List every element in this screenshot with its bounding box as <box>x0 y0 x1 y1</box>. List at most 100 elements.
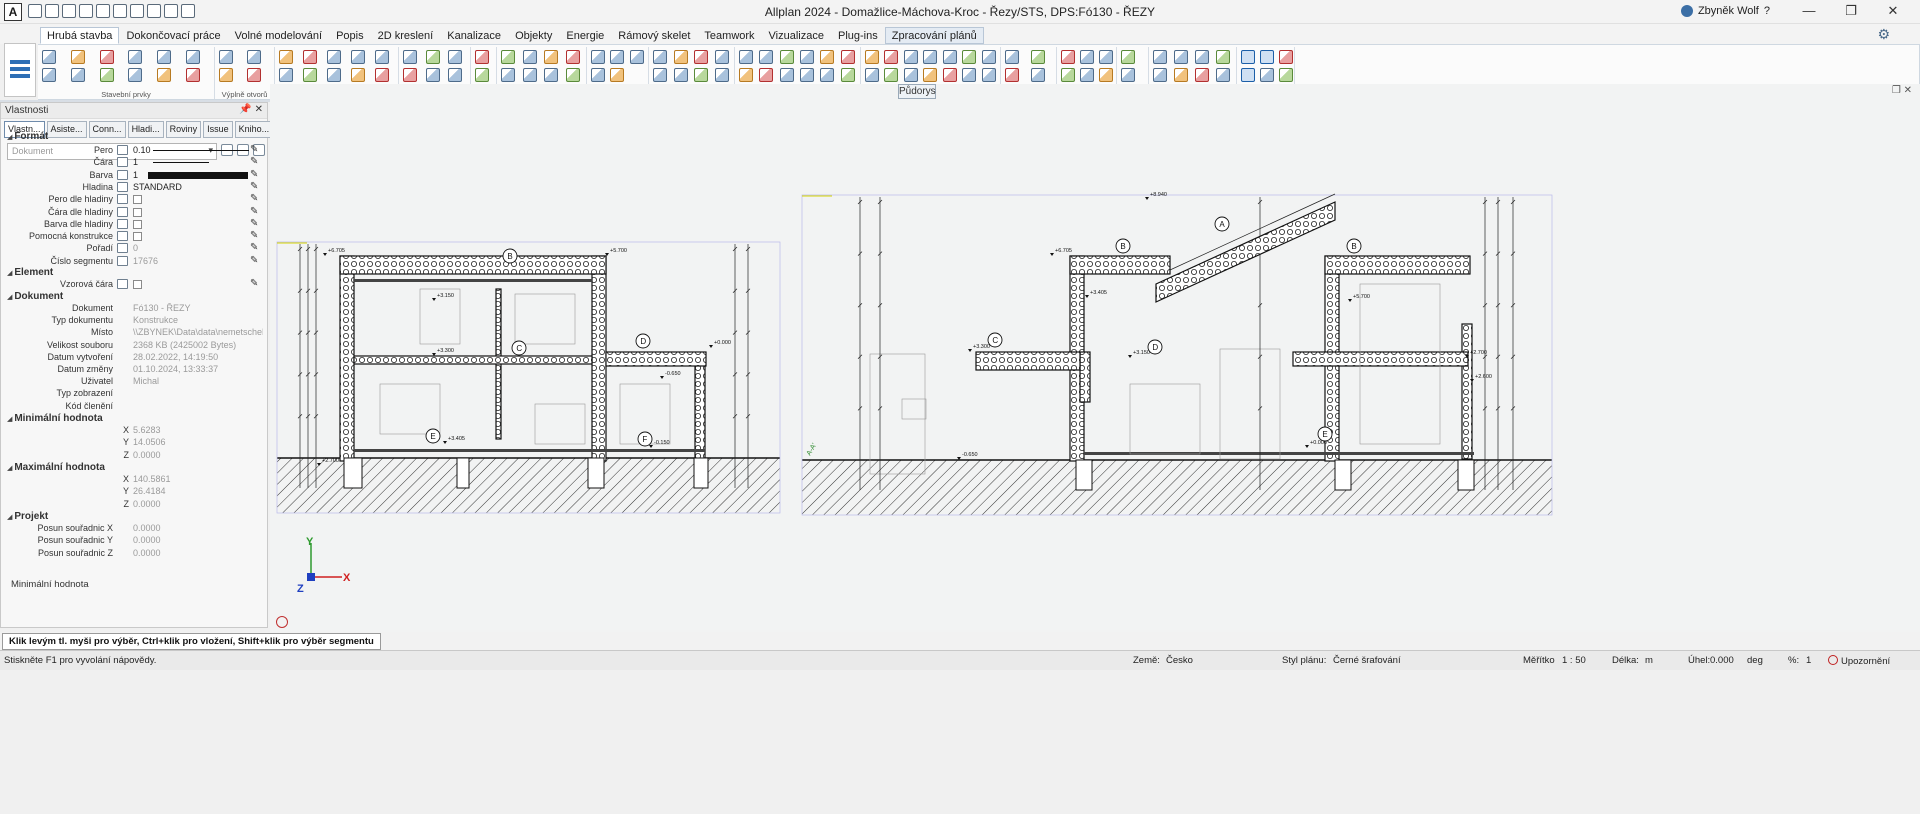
panel-tab-6[interactable]: Kniho... <box>234 121 274 138</box>
pick-property-icon[interactable]: ✎ <box>250 193 260 204</box>
tool-icon[interactable] <box>653 50 667 64</box>
tool-icon[interactable] <box>884 50 899 64</box>
tool-icon[interactable] <box>779 50 794 64</box>
angle-value[interactable]: 0.000 <box>1710 655 1734 666</box>
tool-icon[interactable] <box>99 50 114 64</box>
tool-icon[interactable] <box>425 68 440 82</box>
tool-icon[interactable] <box>820 50 835 64</box>
viewport-controls[interactable]: ❐ ✕ <box>1892 85 1912 96</box>
tool-icon[interactable] <box>544 68 558 82</box>
tool-icon[interactable] <box>779 68 794 82</box>
tool-icon[interactable] <box>714 68 729 82</box>
scale-value[interactable]: 1 : 50 <box>1562 655 1586 666</box>
tool-icon[interactable] <box>923 50 938 64</box>
tool-icon[interactable] <box>653 68 667 82</box>
tool-icon[interactable] <box>1174 50 1188 64</box>
panel-pin-close-buttons[interactable]: 📌 ✕ <box>239 104 263 115</box>
tool-icon[interactable] <box>962 50 977 64</box>
drawing-viewport[interactable]: +6.705 +5.700 +3.150 +3.300 +0.000 -0.650 +3.4… <box>270 84 1920 632</box>
max-value-label[interactable]: Maximální hodnota <box>7 462 105 473</box>
panel-tab-5[interactable]: Issue ... <box>203 121 233 149</box>
pick-property-icon[interactable]: ✎ <box>250 218 260 229</box>
tool-icon[interactable] <box>475 68 489 82</box>
tool-icon[interactable] <box>128 50 143 64</box>
tool-icon[interactable] <box>375 68 389 82</box>
tab-10[interactable]: Vizualizace <box>762 27 831 44</box>
pick-property-icon[interactable]: ✎ <box>250 181 260 192</box>
tool-icon[interactable] <box>1195 50 1209 64</box>
tool-icon[interactable] <box>351 50 365 64</box>
tool-icon[interactable] <box>1061 68 1075 82</box>
tool-icon[interactable] <box>1260 50 1274 64</box>
tool-icon[interactable] <box>591 68 605 82</box>
tool-icon[interactable] <box>327 68 341 82</box>
tab-9[interactable]: Teamwork <box>697 27 761 44</box>
property-value[interactable]: STANDARD <box>133 182 182 192</box>
tool-icon[interactable] <box>501 68 515 82</box>
tool-icon[interactable] <box>70 68 85 82</box>
tool-icon[interactable] <box>565 50 580 64</box>
tool-icon[interactable] <box>279 68 293 82</box>
tool-icon[interactable] <box>903 50 918 64</box>
tool-icon[interactable] <box>865 50 879 64</box>
tool-icon[interactable] <box>1099 50 1113 64</box>
checkbox[interactable] <box>133 195 142 205</box>
pick-property-icon[interactable]: ✎ <box>250 230 260 241</box>
length-value[interactable]: m <box>1645 655 1653 666</box>
checkbox[interactable] <box>133 232 142 242</box>
pick-property-icon[interactable]: ✎ <box>250 156 260 167</box>
tool-icon[interactable] <box>186 68 201 82</box>
tool-icon[interactable] <box>186 50 201 64</box>
tool-icon[interactable] <box>673 50 688 64</box>
tab-0[interactable]: Hrubá stavba <box>40 27 120 44</box>
tool-icon[interactable] <box>694 68 708 82</box>
tool-icon[interactable] <box>565 68 580 82</box>
tab-1[interactable]: Dokončovací práce <box>119 27 227 44</box>
tool-icon[interactable] <box>884 68 899 82</box>
planstyle-value[interactable]: Černé šrafování <box>1333 655 1401 666</box>
checkbox[interactable] <box>133 207 142 217</box>
min-value-label[interactable]: Minimální hodnota <box>7 413 102 424</box>
property-value[interactable]: 1 <box>133 170 138 180</box>
tool-icon[interactable] <box>351 68 365 82</box>
maximize-button[interactable]: ❐ <box>1830 3 1872 19</box>
tab-2[interactable]: Volné modelování <box>228 27 329 44</box>
tool-icon[interactable] <box>739 68 753 82</box>
warning-button[interactable]: Upozornění <box>1828 655 1890 667</box>
tool-icon[interactable] <box>1195 68 1209 82</box>
panel-tab-1[interactable]: Asiste... <box>46 121 87 138</box>
pick-property-icon[interactable]: ✎ <box>250 206 260 217</box>
tool-icon[interactable] <box>903 68 918 82</box>
property-value[interactable]: 0.10 <box>133 145 151 155</box>
tab-11[interactable]: Plug-ins <box>831 27 885 44</box>
panel-tab-3[interactable]: Hladi... <box>127 121 164 138</box>
tool-icon[interactable] <box>544 50 558 64</box>
viewport-label[interactable]: Půdorys <box>898 84 936 99</box>
tool-icon[interactable] <box>1153 68 1167 82</box>
minimize-button[interactable]: — <box>1788 3 1830 19</box>
tab-7[interactable]: Energie <box>559 27 611 44</box>
property-value[interactable]: 1 <box>133 157 138 167</box>
tool-icon[interactable] <box>1005 50 1019 64</box>
record-icon[interactable] <box>276 616 288 628</box>
user-area[interactable]: Zbyněk Wolf? <box>1680 5 1770 17</box>
tool-icon[interactable] <box>247 50 261 64</box>
tool-icon[interactable] <box>591 50 605 64</box>
tool-icon[interactable] <box>1241 50 1255 64</box>
tool-icon[interactable] <box>42 68 56 82</box>
tool-icon[interactable] <box>279 50 293 64</box>
tool-icon[interactable] <box>799 68 814 82</box>
tool-icon[interactable] <box>1061 50 1075 64</box>
tool-icon[interactable] <box>799 50 814 64</box>
tool-icon[interactable] <box>99 68 114 82</box>
tool-icon[interactable] <box>448 68 463 82</box>
tool-icon[interactable] <box>1216 50 1230 64</box>
tool-icon[interactable] <box>981 50 996 64</box>
tool-icon[interactable] <box>70 50 85 64</box>
tool-icon[interactable] <box>739 50 753 64</box>
gear-icon[interactable]: ⚙ <box>1877 26 1890 43</box>
tool-icon[interactable] <box>1174 68 1188 82</box>
tab-5[interactable]: Kanalizace <box>440 27 508 44</box>
tool-icon[interactable] <box>694 50 708 64</box>
tool-icon[interactable] <box>1279 68 1293 82</box>
